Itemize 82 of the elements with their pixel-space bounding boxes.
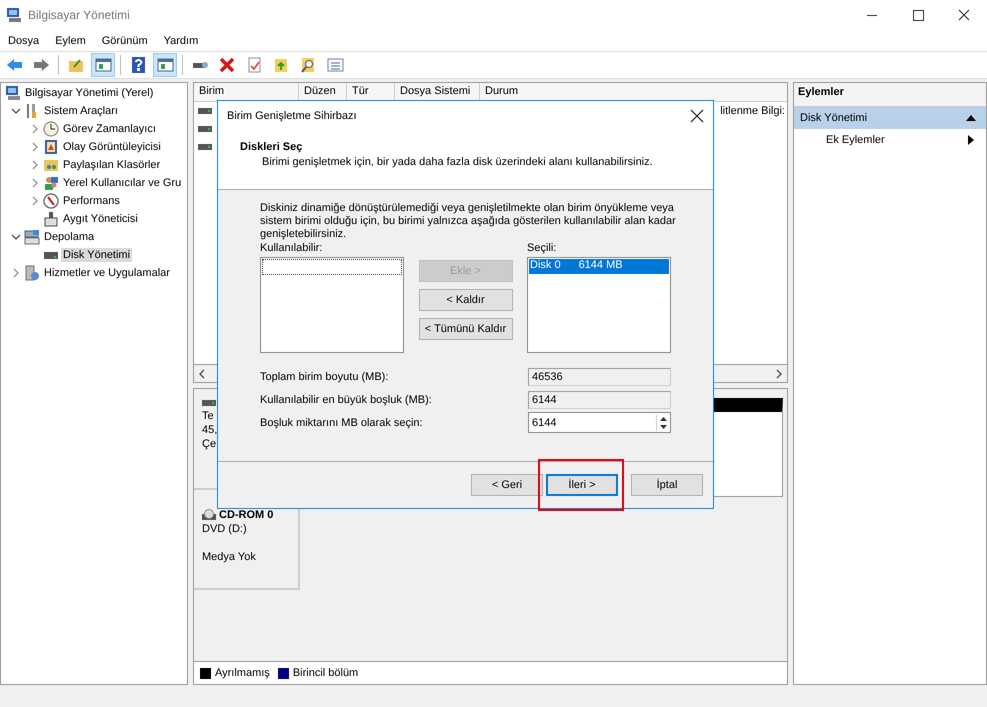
disk-name: CD-ROM 0: [219, 509, 274, 521]
wizard-subheading: Birimi genişletmek için, bir yada daha fazla disk üzerindeki alanı kullanabilirsiniz.: [262, 156, 654, 168]
tree-item[interactable]: Hizmetler ve Uygulamalar: [42, 266, 172, 280]
tree-item[interactable]: Bilgisayar Yönetimi (Yerel): [23, 86, 156, 100]
column-header[interactable]: Düzen: [299, 83, 347, 101]
field-label: Toplam birim boyutu (MB):: [260, 370, 388, 382]
tree-item[interactable]: Disk Yönetimi: [61, 248, 132, 262]
spin-up-icon[interactable]: [657, 414, 670, 422]
users-icon: [43, 175, 59, 191]
nav-button[interactable]: İptal: [631, 474, 703, 496]
number-spinner[interactable]: 6144: [528, 412, 671, 433]
tree-item[interactable]: Olay Görüntüleyicisi: [61, 140, 163, 154]
action-item[interactable]: Ek Eylemler: [794, 129, 986, 151]
intro-text: Diskiniz dinamiğe dönüştürülemediği veya genişletilmekte olan birim önyükleme veya sistem birimi olduğu için, bu birimi yalnızca aşağıda gösterilen kullanılabilir alan kadar genişletebilirsiniz.: [260, 202, 677, 241]
menu-item[interactable]: Dosya: [8, 34, 40, 46]
computer-icon: [5, 85, 21, 101]
clock-icon: [43, 121, 59, 137]
disk-drive-icon: [198, 106, 212, 116]
disk-info: Te: [202, 410, 214, 422]
tree-item[interactable]: Aygıt Yöneticisi: [61, 212, 140, 226]
computer-icon: [6, 7, 22, 23]
list-label: Seçili:: [527, 242, 558, 256]
dialog-title: Birim Genişletme Sihirbazı: [227, 110, 357, 122]
delete-icon[interactable]: [218, 56, 236, 74]
actions-title: Eylemler: [794, 83, 986, 107]
column-header[interactable]: Durum: [480, 83, 787, 101]
field-label: Boşluk miktarını MB olarak seçin:: [260, 416, 423, 428]
nav-button[interactable]: < Geri: [471, 474, 543, 496]
list-item[interactable]: Disk 0: [530, 259, 561, 274]
field-label: Kullanılabilir en büyük boşluk (MB):: [260, 394, 432, 406]
legend-label: Ayrılmamış: [215, 667, 270, 679]
tree-item[interactable]: Yerel Kullanıcılar ve Gru: [61, 176, 184, 190]
list-icon[interactable]: [326, 56, 344, 74]
move-button[interactable]: < Kaldır: [418, 289, 512, 311]
readonly-field: 6144: [528, 390, 671, 408]
column-header[interactable]: Dosya Sistemi: [395, 83, 480, 101]
actions-section[interactable]: Disk Yönetimi: [794, 107, 986, 129]
back-arrow-icon[interactable]: [5, 56, 23, 74]
log-icon: [43, 139, 59, 155]
disk-status: Medya Yok: [202, 551, 256, 563]
tree-item[interactable]: Performans: [61, 194, 122, 208]
readonly-field: 46536: [528, 368, 671, 386]
list-label: Kullanılabilir:: [260, 242, 324, 256]
menu-item[interactable]: Görünüm: [102, 34, 148, 46]
submenu-arrow-icon: [968, 135, 974, 145]
close-icon[interactable]: [690, 109, 704, 123]
find-icon[interactable]: [299, 56, 317, 74]
spin-down-icon[interactable]: [657, 422, 670, 430]
cd-drive-icon: [202, 509, 218, 521]
window-title: Bilgisayar Yönetimi: [28, 8, 131, 22]
forward-arrow-icon[interactable]: [32, 56, 50, 74]
disk-info: DVD (D:): [202, 523, 247, 535]
available-disks-list[interactable]: [260, 257, 404, 353]
menu-item[interactable]: Yardım: [164, 34, 198, 46]
folder-icon[interactable]: [272, 56, 290, 74]
table-cell-text: litlenme Bilgi:: [720, 105, 786, 117]
wizard-heading: Diskleri Seç: [240, 141, 304, 153]
tree-item[interactable]: Sistem Araçları: [42, 104, 120, 118]
device-icon: [43, 211, 59, 227]
column-header[interactable]: Birim: [194, 83, 299, 101]
disk-drive-icon: [198, 142, 212, 152]
nav-button[interactable]: İleri >: [546, 474, 618, 496]
storage-icon: [24, 229, 40, 245]
disk-drive-icon: [198, 124, 212, 134]
shared-folder-icon: [43, 157, 59, 173]
pane-icon[interactable]: [156, 56, 174, 74]
gauge-icon: [43, 193, 59, 209]
tree-item[interactable]: Paylaşılan Klasörler: [61, 158, 162, 172]
move-button[interactable]: < Tümünü Kaldır: [418, 318, 512, 340]
menu-item[interactable]: Eylem: [55, 34, 86, 46]
legend-label: Birincil bölüm: [292, 667, 358, 679]
list-item[interactable]: 6144 MB: [578, 259, 623, 274]
column-header[interactable]: Tür: [347, 83, 395, 101]
disk-drive-icon: [202, 398, 216, 408]
tree-item[interactable]: Görev Zamanlayıcı: [61, 122, 158, 136]
disk-info: Çe: [202, 438, 216, 450]
services-icon: [24, 265, 40, 281]
help-icon[interactable]: [129, 56, 147, 74]
pane-icon[interactable]: [94, 56, 112, 74]
disk-info: 45,: [202, 424, 218, 436]
selected-disks-list[interactable]: Disk 0 6144 MB: [527, 257, 671, 353]
tree-item[interactable]: Depolama: [42, 230, 96, 244]
